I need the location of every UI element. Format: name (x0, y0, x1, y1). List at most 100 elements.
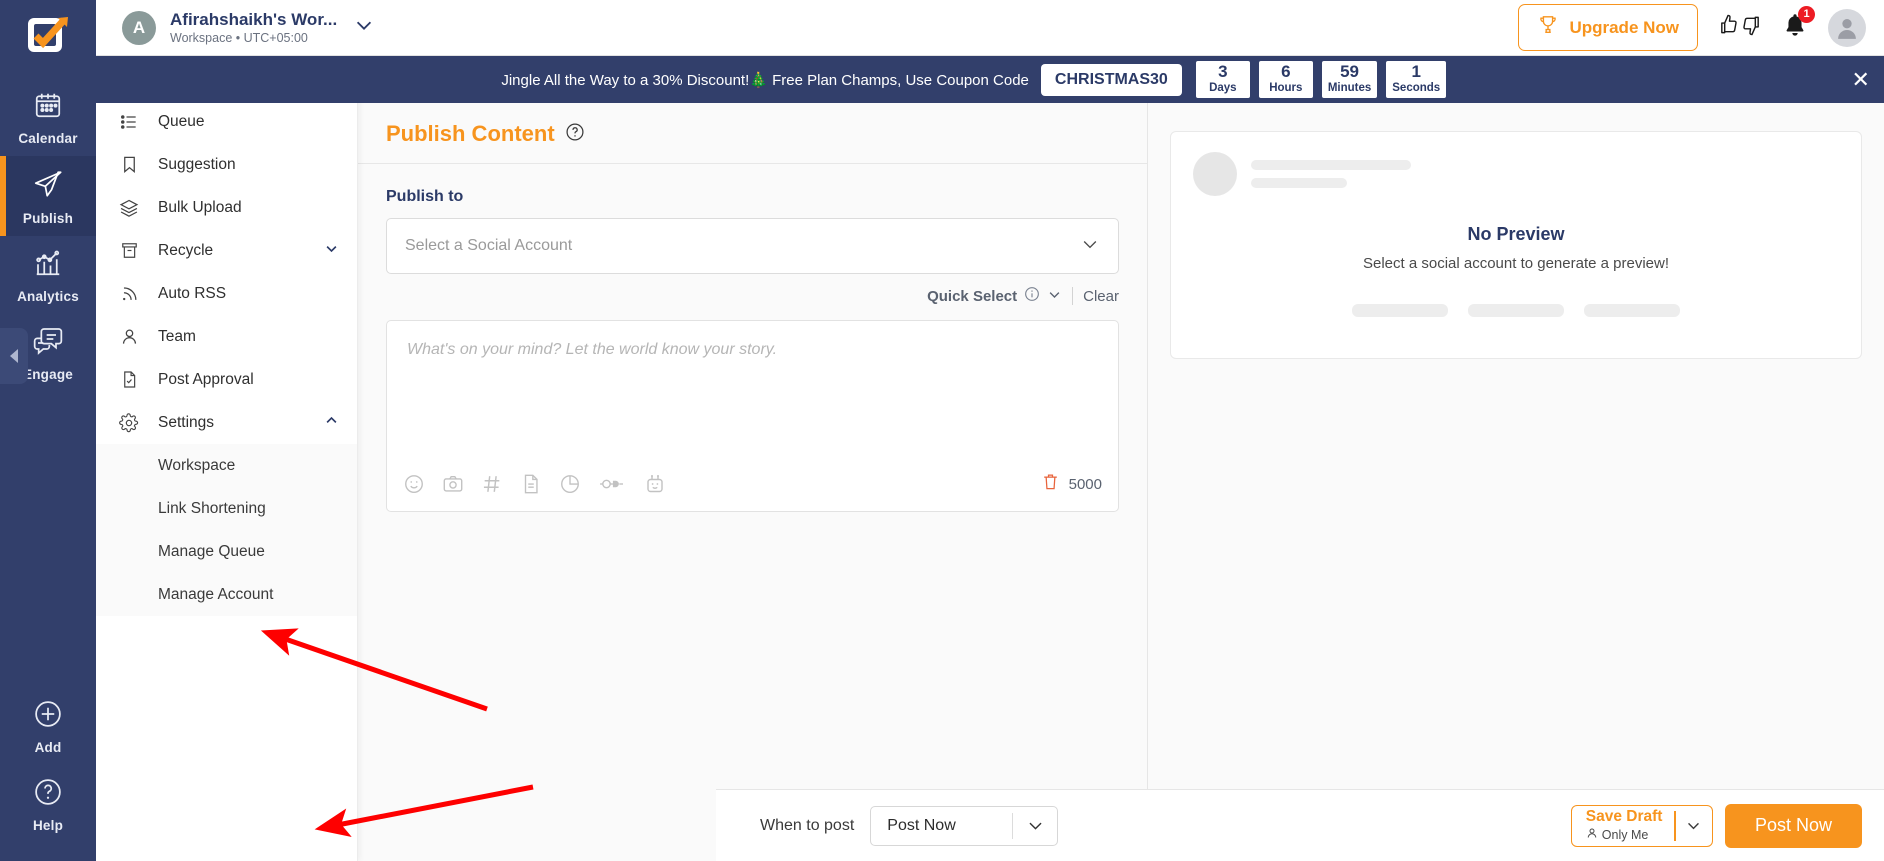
save-draft-label: Save Draft (1586, 808, 1663, 826)
sidebar-sublabel-manage-account: Manage Account (158, 586, 273, 604)
rail-label-help: Help (33, 818, 63, 833)
sidebar-label-bulk-upload: Bulk Upload (158, 199, 339, 217)
sidebar-nav: Publish Content Draft Queue (96, 0, 358, 861)
top-bar: A Afirahshaikh's Wor... Workspace • UTC+… (96, 0, 1884, 56)
emoji-icon[interactable] (403, 473, 425, 495)
sidebar-label-post-approval: Post Approval (158, 371, 339, 389)
sidebar-item-auto-rss[interactable]: Auto RSS (96, 272, 357, 315)
camera-icon[interactable] (442, 473, 464, 495)
placeholder-chip (1584, 304, 1680, 317)
document-check-icon (118, 370, 140, 389)
calendar-icon (33, 90, 63, 125)
divider (1072, 287, 1073, 305)
timer-cell-hours: 6 Hours (1259, 61, 1313, 97)
promo-banner: Jingle All the Way to a 30% Discount!🎄 F… (96, 56, 1884, 103)
social-account-placeholder: Select a Social Account (405, 237, 1080, 255)
countdown-timer: 3 Days 6 Hours 59 Minutes 1 Seconds (1196, 61, 1446, 97)
upgrade-now-label: Upgrade Now (1569, 18, 1679, 38)
post-now-button[interactable]: Post Now (1725, 804, 1862, 848)
thumbs-updown-icon[interactable] (1718, 12, 1762, 43)
chart-icon[interactable] (559, 473, 581, 495)
close-icon[interactable]: ✕ (1852, 67, 1870, 93)
upgrade-now-button[interactable]: Upgrade Now (1518, 4, 1698, 51)
sidebar-subitem-manage-queue[interactable]: Manage Queue (96, 530, 357, 573)
rail-item-analytics[interactable]: Analytics (0, 236, 96, 314)
when-to-post-select[interactable]: Post Now (870, 806, 1058, 846)
help-circle-icon[interactable] (565, 122, 585, 147)
sidebar-item-recycle[interactable]: Recycle (96, 229, 357, 272)
workspace-avatar[interactable]: A (122, 11, 156, 45)
chevron-up-icon[interactable] (324, 413, 339, 433)
plus-circle-icon (33, 699, 63, 734)
archive-icon (118, 241, 140, 260)
promo-coupon-code[interactable]: CHRISTMAS30 (1041, 64, 1182, 96)
layers-icon (118, 198, 140, 218)
plug-icon[interactable] (598, 473, 626, 495)
robot-icon[interactable] (643, 472, 667, 496)
sidebar-sublabel-link-shortening: Link Shortening (158, 500, 266, 518)
user-avatar[interactable] (1828, 9, 1866, 47)
sidebar-label-team: Team (158, 328, 339, 346)
text-placeholder (1251, 160, 1411, 188)
rail-item-engage[interactable]: Engage (0, 314, 96, 392)
hashtag-icon[interactable] (481, 473, 503, 495)
sidebar-subitem-manage-account[interactable]: Manage Account (96, 573, 357, 616)
chevron-down-icon[interactable] (353, 14, 375, 41)
sidebar-item-suggestion[interactable]: Suggestion (96, 143, 357, 186)
page-title: Publish Content (386, 121, 555, 147)
placeholder-chip (1352, 304, 1448, 317)
save-draft-button[interactable]: Save Draft Only Me (1571, 805, 1713, 847)
timer-value-seconds: 1 (1392, 63, 1440, 82)
composer-placeholder[interactable]: What's on your mind? Let the world know … (387, 321, 1118, 457)
gear-icon (118, 413, 140, 433)
sidebar-subitem-link-shortening[interactable]: Link Shortening (96, 487, 357, 530)
composer-toolbar: 5000 (387, 457, 1118, 511)
divider (358, 163, 1147, 164)
chat-bubbles-icon (32, 326, 64, 361)
chevron-down-icon[interactable] (1676, 817, 1712, 834)
preview-column: Preview G (1148, 103, 1884, 861)
chevron-down-icon (1013, 816, 1057, 835)
rail-item-calendar[interactable]: Calendar (0, 78, 96, 156)
top-bar-actions: Upgrade Now 1 (1518, 4, 1884, 51)
rail-item-help[interactable]: Help (0, 765, 96, 843)
sidebar-label-suggestion: Suggestion (158, 156, 339, 174)
bookmark-icon (118, 155, 140, 174)
post-composer[interactable]: What's on your mind? Let the world know … (386, 320, 1119, 512)
timer-unit-days: Days (1202, 82, 1244, 95)
info-icon[interactable] (1024, 286, 1040, 306)
clear-button[interactable]: Clear (1083, 288, 1119, 305)
rail-label-add: Add (35, 740, 62, 755)
preview-card: No Preview Select a social account to ge… (1170, 131, 1862, 359)
sidebar-collapse-toggle[interactable] (0, 328, 28, 384)
document-icon[interactable] (520, 473, 542, 495)
rail-item-add[interactable]: Add (0, 687, 96, 765)
chevron-down-icon[interactable] (324, 241, 339, 261)
quick-select-button[interactable]: Quick Select (927, 286, 1062, 306)
main-area: Publish Content Publish to Select a (358, 0, 1884, 861)
sidebar-subitem-workspace[interactable]: Workspace (96, 444, 357, 487)
sidebar-item-queue[interactable]: Queue (96, 100, 357, 143)
sidebar-item-settings[interactable]: Settings (96, 401, 357, 444)
notification-badge: 1 (1798, 6, 1815, 23)
icon-rail: Calendar Publish Analytic (0, 0, 96, 861)
checkmark-logo[interactable] (24, 12, 72, 60)
trash-icon[interactable] (1041, 472, 1060, 496)
editor-inner: Publish Content Publish to Select a (358, 103, 1147, 512)
content-region: Publish Content Publish to Select a (358, 103, 1884, 861)
when-to-post-label: When to post (760, 817, 854, 835)
footer-actions: Save Draft Only Me (1571, 804, 1862, 848)
timer-value-minutes: 59 (1328, 63, 1371, 82)
rail-label-calendar: Calendar (18, 131, 77, 146)
person-icon (118, 327, 140, 346)
sidebar-item-post-approval[interactable]: Post Approval (96, 358, 357, 401)
social-account-select[interactable]: Select a Social Account (386, 218, 1119, 274)
sidebar-item-bulk-upload[interactable]: Bulk Upload (96, 186, 357, 229)
quick-select-label: Quick Select (927, 288, 1017, 305)
rail-item-publish[interactable]: Publish (0, 156, 96, 236)
sidebar-label-settings: Settings (158, 414, 306, 432)
sidebar-item-team[interactable]: Team (96, 315, 357, 358)
notifications-bell[interactable]: 1 (1782, 12, 1808, 44)
timer-unit-seconds: Seconds (1392, 82, 1440, 95)
chevron-down-icon (1047, 287, 1062, 306)
